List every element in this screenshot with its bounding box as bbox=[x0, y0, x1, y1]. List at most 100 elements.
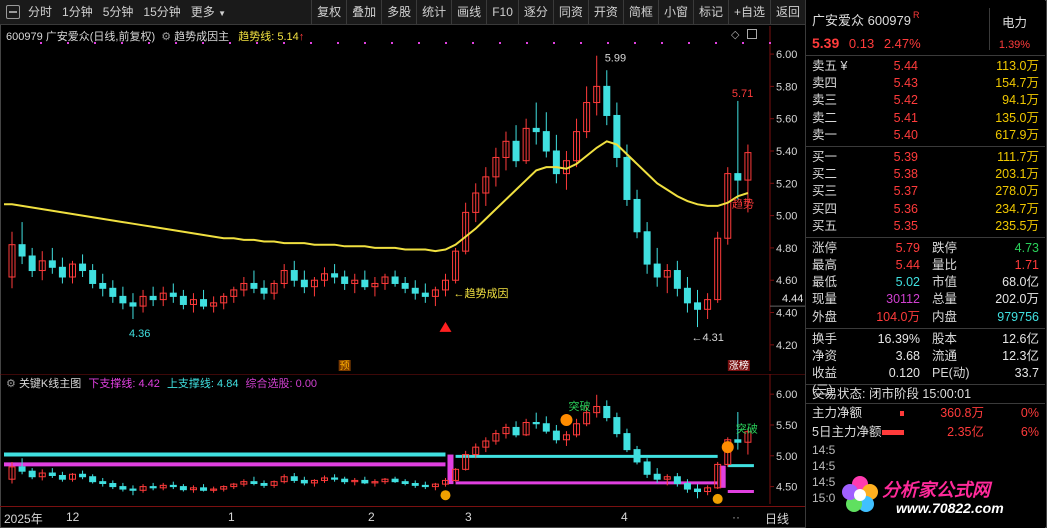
order-book-row[interactable]: 买四 5.36 234.7万 bbox=[806, 201, 1045, 218]
btn-zhufen[interactable]: 逐分 bbox=[517, 0, 553, 25]
collapse-icon[interactable] bbox=[747, 29, 757, 39]
breakout-label-2: 突破 bbox=[736, 421, 758, 435]
order-book-row[interactable]: 卖三 5.42 94.1万 bbox=[806, 92, 1045, 109]
stat-label: 最高 bbox=[812, 258, 838, 273]
sub-legend-select: 综合选股: 0.00 bbox=[245, 378, 318, 390]
stat-label: 股本 bbox=[932, 331, 958, 346]
buy-signal-triangle bbox=[439, 321, 452, 332]
tab-fenshi[interactable]: 分时 bbox=[23, 0, 57, 25]
sub-settings-icon[interactable]: ⚙ bbox=[6, 378, 16, 390]
flow-value: 360.8万 bbox=[940, 406, 984, 421]
btn-xiaochuang[interactable]: 小窗 bbox=[657, 0, 693, 25]
sub-candle-body bbox=[613, 417, 621, 435]
tab-15min[interactable]: 15分钟 bbox=[138, 0, 185, 25]
candle-body bbox=[391, 276, 399, 284]
stat-value: 5.02 bbox=[895, 275, 920, 290]
time-label-year: 2025年 bbox=[4, 512, 43, 526]
level-label: 买五 bbox=[812, 218, 838, 233]
candle-body bbox=[683, 287, 691, 304]
order-book-row[interactable]: 买二 5.38 203.1万 bbox=[806, 166, 1045, 183]
main-kline-chart[interactable]: 6.00 5.80 5.60 5.40 5.20 5.00 4.80 4.60 4.40 4.20… bbox=[0, 26, 805, 372]
btn-back[interactable]: 返回 bbox=[769, 0, 805, 25]
stat-row: 最高 5.44 量比 1.71 bbox=[806, 257, 1045, 274]
axis-scroll-handle[interactable]: ·· bbox=[732, 510, 740, 524]
sub-candle-body bbox=[401, 481, 409, 485]
stat-row: 收益(三) 0.120 PE(动) 33.7 bbox=[806, 365, 1045, 397]
sub-candle-body bbox=[109, 483, 117, 488]
order-book-row[interactable]: 买三 5.37 278.0万 bbox=[806, 183, 1045, 200]
main-axis-label: 4.20 bbox=[776, 340, 797, 352]
btn-add-watchlist[interactable]: +自选 bbox=[727, 0, 770, 25]
btn-tongji[interactable]: 统计 bbox=[416, 0, 451, 25]
sub-indicator-chart[interactable]: 6.00 5.50 5.00 4.50 突破 突破 ⚙ 关键K线主图 下支撑线: 4.42… bbox=[0, 373, 805, 504]
signal-dot bbox=[580, 42, 582, 44]
sector-box[interactable]: 电力 1.39% bbox=[989, 8, 1039, 51]
sub-candle-body bbox=[542, 423, 550, 432]
order-book-row[interactable]: 卖四 5.43 154.7万 bbox=[806, 75, 1045, 92]
level-price: 5.42 bbox=[893, 93, 918, 108]
period-label[interactable]: 日线 bbox=[765, 510, 789, 527]
tab-5min[interactable]: 5分钟 bbox=[98, 0, 139, 25]
level-volume: 235.5万 bbox=[995, 218, 1039, 233]
btn-tongzi[interactable]: 同资 bbox=[552, 0, 588, 25]
order-book-row[interactable]: 买五 5.35 235.5万 bbox=[806, 218, 1045, 235]
order-book-row[interactable]: 卖二 5.41 135.0万 bbox=[806, 110, 1045, 127]
sub-candle-body bbox=[673, 476, 681, 485]
level-volume: 278.0万 bbox=[995, 184, 1039, 199]
candle-body bbox=[361, 279, 369, 288]
tab-more[interactable]: 更多 ▼ bbox=[186, 0, 231, 25]
signal-dot bbox=[310, 42, 312, 44]
indicator-settings-icon[interactable]: ⚙ bbox=[161, 31, 171, 43]
top-toolbar: 分时 1分钟 5分钟 15分钟 更多 ▼ 复权 叠加 多股 统计 画线 F10 … bbox=[0, 0, 805, 25]
sub-axis-label: 6.00 bbox=[776, 389, 797, 401]
yu-badge: 预 bbox=[340, 360, 350, 371]
stat-label: 总量 bbox=[932, 292, 958, 307]
sub-candle-body bbox=[179, 486, 187, 491]
breakout-dot-2 bbox=[721, 441, 734, 454]
level-label: 卖三 bbox=[812, 93, 838, 108]
order-book-row[interactable]: 买一 5.39 111.7万 bbox=[806, 149, 1045, 166]
watermark-logo: 分析家公式网 www.70822.com bbox=[840, 472, 1040, 522]
sub-candle-body bbox=[391, 478, 399, 483]
btn-f10[interactable]: F10 bbox=[486, 0, 518, 25]
time-label-1: 1 bbox=[228, 510, 235, 524]
menu-icon[interactable] bbox=[6, 5, 20, 19]
order-book-row[interactable]: 卖一 5.40 617.9万 bbox=[806, 127, 1045, 144]
rongzi-badge: R bbox=[913, 10, 920, 20]
signal-dot bbox=[742, 42, 744, 44]
signal-dot bbox=[499, 42, 501, 44]
btn-duogu[interactable]: 多股 bbox=[381, 0, 416, 25]
level-label: 卖四 bbox=[812, 76, 838, 91]
bid-book: 买一 5.39 111.7万 买二 5.38 203.1万 买三 5.37 278.0万 买四 5.… bbox=[806, 147, 1045, 238]
stat-value: 5.79 bbox=[895, 240, 920, 255]
diamond-icon[interactable]: ◇ bbox=[731, 28, 739, 41]
candle-body bbox=[109, 287, 117, 297]
stat-row: 最低 5.02 市值 68.0亿 bbox=[806, 274, 1045, 291]
sub-candle-body bbox=[290, 476, 298, 481]
sub-candle-body bbox=[48, 472, 56, 477]
tab-1min[interactable]: 1分钟 bbox=[57, 0, 98, 25]
btn-biaoji[interactable]: 标记 bbox=[692, 0, 728, 25]
stat-value: 12.3亿 bbox=[1002, 349, 1039, 363]
sub-candle-body bbox=[361, 479, 369, 484]
tab-more-label: 更多 bbox=[190, 4, 215, 19]
btn-jiankuang[interactable]: 简框 bbox=[622, 0, 658, 25]
stat-value: 12.6亿 bbox=[1002, 331, 1039, 346]
sub-candle-body bbox=[331, 477, 339, 480]
signal-dot bbox=[337, 42, 339, 44]
logo-text: 分析家公式网 bbox=[882, 480, 990, 500]
money-bag-icon-2 bbox=[712, 493, 723, 504]
candle-body bbox=[169, 292, 177, 297]
breakout-dot-1 bbox=[560, 414, 573, 427]
btn-diejia[interactable]: 叠加 bbox=[346, 0, 381, 25]
candle-body bbox=[734, 173, 742, 181]
btn-kaizi[interactable]: 开资 bbox=[587, 0, 623, 25]
candle-body bbox=[119, 295, 127, 304]
sector-name: 电力 bbox=[1001, 16, 1027, 30]
btn-huaxian[interactable]: 画线 bbox=[451, 0, 486, 25]
level-volume: 617.9万 bbox=[995, 127, 1039, 142]
btn-fuquan[interactable]: 复权 bbox=[311, 0, 346, 25]
candle-body bbox=[532, 127, 540, 133]
order-book-row[interactable]: 卖五 ¥ 5.44 113.0万 bbox=[806, 58, 1045, 75]
main-legend: 600979 广安爱众(日线,前复权) ⚙ 趋势成因主 趋势线: 5.14↑ bbox=[6, 28, 304, 44]
